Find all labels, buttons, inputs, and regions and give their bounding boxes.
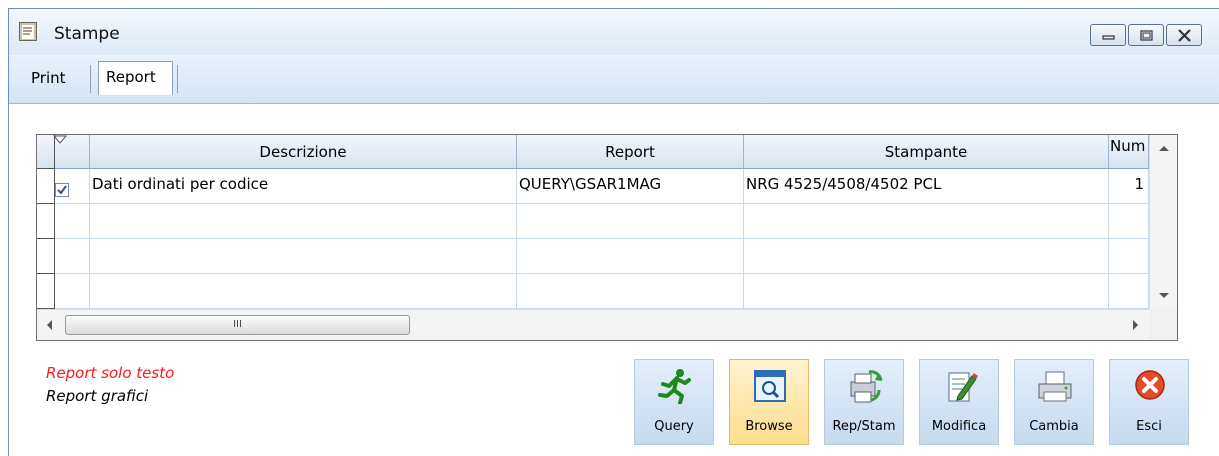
browse-label: Browse	[745, 419, 793, 434]
esci-button[interactable]: Esci	[1109, 359, 1189, 445]
restore-icon	[1140, 30, 1153, 41]
cell-descrizione[interactable]: Dati ordinati per codice	[90, 169, 517, 204]
empty-cell[interactable]	[90, 239, 517, 274]
legend-graphic: Report grafici	[46, 387, 149, 405]
empty-cell[interactable]	[90, 274, 517, 309]
column-header-report[interactable]: Report	[517, 135, 744, 169]
column-header-descrizione[interactable]: Descrizione	[90, 135, 517, 169]
scroll-right-icon	[1133, 320, 1138, 330]
cambia-button[interactable]: Cambia	[1014, 359, 1094, 445]
empty-cell[interactable]	[55, 204, 90, 239]
empty-cell[interactable]	[744, 204, 1109, 239]
query-button[interactable]: Query	[634, 359, 714, 445]
row-indicator[interactable]	[37, 204, 55, 239]
document-icon	[19, 22, 37, 41]
empty-cell[interactable]	[744, 239, 1109, 274]
edit-document-icon	[948, 372, 978, 402]
close-button[interactable]	[1166, 24, 1202, 46]
restore-button[interactable]	[1128, 24, 1164, 46]
close-circle-icon	[1135, 370, 1165, 400]
stampe-window: Stampe Print Report Descrizione Report S…	[8, 8, 1219, 456]
window-title: Stampe	[54, 24, 120, 44]
empty-cell[interactable]	[90, 204, 517, 239]
empty-cell[interactable]	[55, 274, 90, 309]
close-icon	[1178, 29, 1191, 42]
tab-strip: Print Report	[9, 55, 1219, 104]
empty-cell[interactable]	[517, 274, 744, 309]
rep-stam-button[interactable]: Rep/Stam	[824, 359, 904, 445]
empty-cell[interactable]	[744, 274, 1109, 309]
scroll-left-icon	[47, 320, 52, 330]
header-check	[53, 135, 90, 169]
scroll-arrows-icon	[1159, 146, 1169, 298]
row-indicator[interactable]	[37, 239, 55, 274]
empty-cell[interactable]	[517, 239, 744, 274]
tab-report[interactable]: Report	[98, 61, 173, 95]
vertical-scrollbar[interactable]	[1149, 135, 1177, 309]
empty-cell[interactable]	[517, 204, 744, 239]
row-indicator[interactable]	[37, 274, 55, 309]
column-header-stampante[interactable]: Stampante	[744, 135, 1109, 169]
printer-icon	[1038, 371, 1072, 402]
browse-button[interactable]: Browse	[729, 359, 809, 445]
column-header-num[interactable]: Num	[1109, 135, 1149, 169]
tab-separator	[177, 65, 178, 93]
report-grid: Descrizione Report Stampante Num Dati or…	[36, 134, 1178, 341]
empty-cell[interactable]	[1109, 204, 1149, 239]
empty-cell[interactable]	[1109, 274, 1149, 309]
filter-marker-icon	[53, 135, 67, 144]
row-indicator[interactable]	[37, 169, 55, 204]
horizontal-scrollbar[interactable]: III	[37, 309, 1149, 340]
minimize-icon	[1102, 35, 1115, 40]
cambia-label: Cambia	[1029, 419, 1079, 434]
scroll-corner	[1149, 309, 1177, 340]
esci-label: Esci	[1136, 419, 1162, 434]
query-label: Query	[654, 419, 694, 434]
minimize-button[interactable]	[1090, 24, 1126, 46]
empty-cell[interactable]	[1109, 239, 1149, 274]
modifica-label: Modifica	[931, 419, 987, 434]
horizontal-scroll-thumb[interactable]: III	[65, 315, 410, 335]
tab-separator	[90, 65, 91, 93]
title-bar: Stampe	[9, 9, 1219, 55]
cell-stampante[interactable]: NRG 4525/4508/4502 PCL	[744, 169, 1109, 204]
row-checkbox[interactable]	[55, 183, 69, 197]
cell-report[interactable]: QUERY\GSAR1MAG	[517, 169, 744, 204]
cell-num[interactable]: 1	[1109, 169, 1149, 204]
checkmark-icon	[57, 185, 67, 195]
tab-print[interactable]: Print	[31, 68, 66, 92]
running-man-icon	[658, 369, 691, 404]
printer-refresh-icon	[850, 370, 883, 403]
legend-text-only: Report solo testo	[46, 364, 175, 382]
empty-cell[interactable]	[55, 239, 90, 274]
browse-window-icon	[754, 370, 786, 402]
rep-stam-label: Rep/Stam	[832, 419, 896, 434]
modifica-button[interactable]: Modifica	[919, 359, 999, 445]
row-check-cell[interactable]	[55, 169, 90, 204]
